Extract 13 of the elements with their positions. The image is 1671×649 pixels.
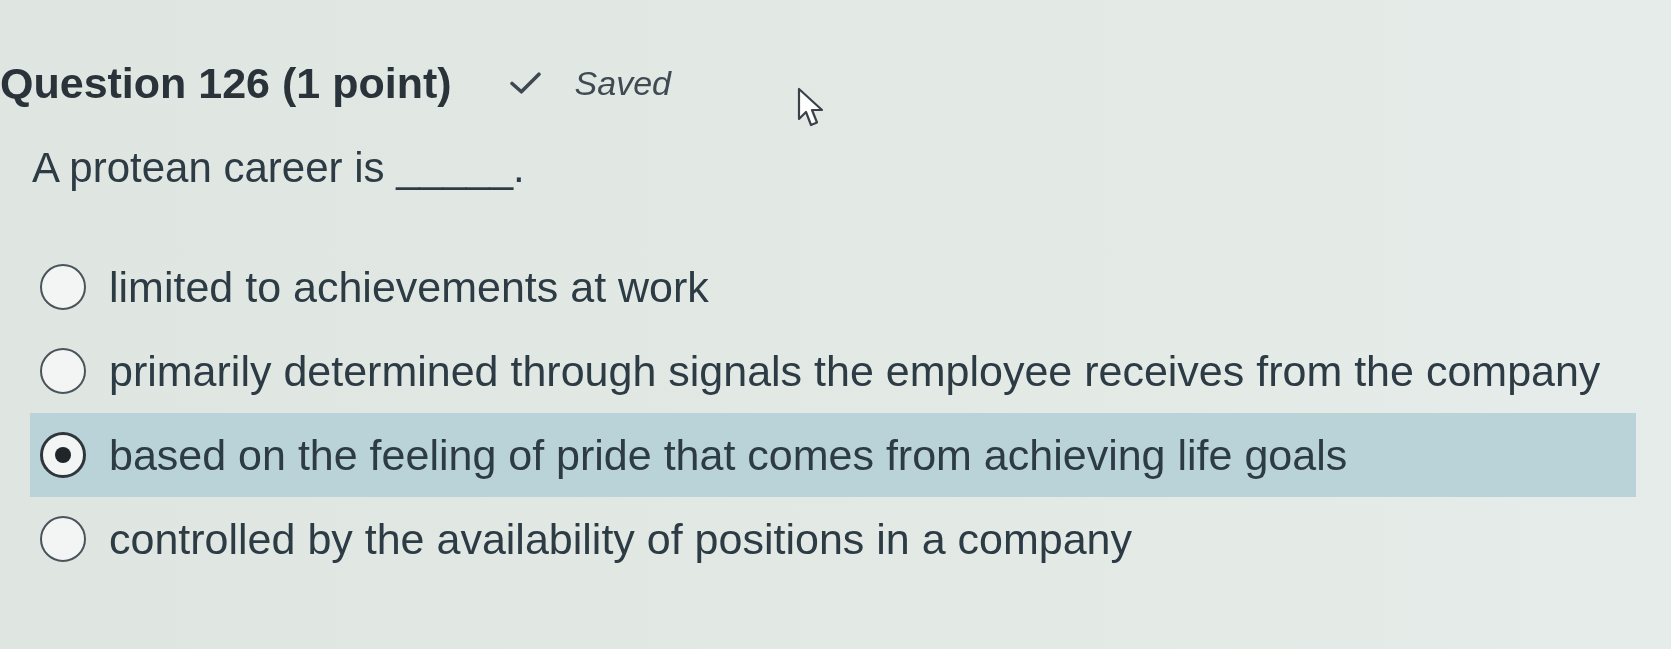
answer-option-label[interactable]: limited to achievements at work (109, 263, 709, 311)
answer-option-label[interactable]: controlled by the availability of positions in a company (109, 515, 1132, 563)
answer-option-label[interactable]: primarily determined through signals the employee receives from the company (109, 347, 1601, 395)
question-title: Question 126 (1 point) (0, 60, 452, 106)
radio-button[interactable] (40, 348, 86, 394)
question-prompt: A protean career is _____. (32, 146, 525, 190)
radio-button[interactable] (40, 516, 86, 562)
selected-answer-highlight[interactable]: based on the feeling of pride that comes from achieving life goals (30, 413, 1636, 497)
checkmark-icon (509, 71, 541, 95)
answer-option-label[interactable]: based on the feeling of pride that comes from achieving life goals (109, 431, 1348, 479)
saved-status: Saved (574, 63, 671, 104)
radio-button[interactable] (40, 264, 86, 310)
radio-button[interactable] (40, 432, 86, 478)
